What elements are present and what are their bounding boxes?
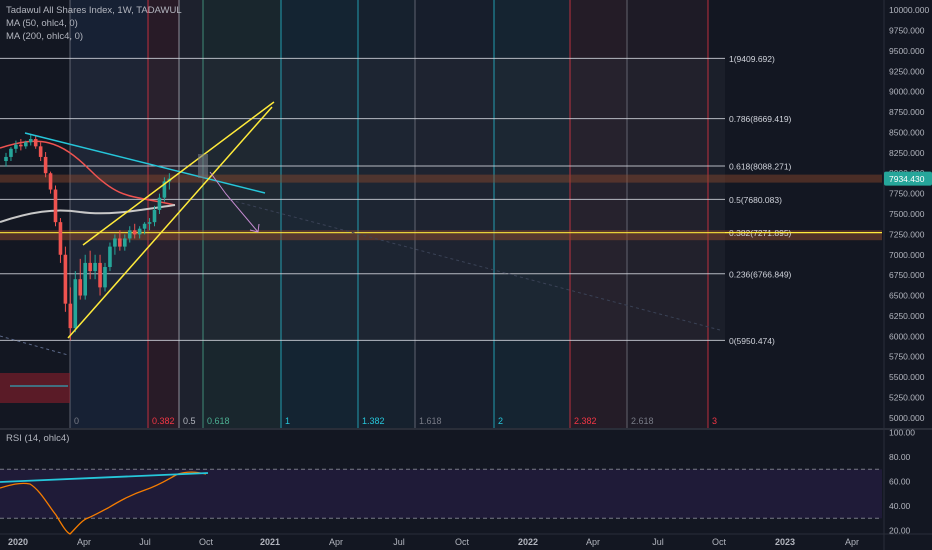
demand-zone bbox=[0, 373, 70, 403]
candle-body bbox=[19, 144, 23, 147]
price-tick-label: 6250.000 bbox=[889, 311, 925, 321]
time-axis-label: Oct bbox=[712, 537, 727, 547]
rsi-tick-label: 80.00 bbox=[889, 452, 911, 462]
candle-body bbox=[108, 246, 112, 267]
fib-time-label: 3 bbox=[712, 416, 717, 426]
projected-bar bbox=[198, 154, 208, 178]
symbol-legend[interactable]: Tadawul All Shares Index, 1W, TADAWUL bbox=[6, 5, 182, 16]
fib-time-label: 1.382 bbox=[362, 416, 385, 426]
fib-time-label: 0.618 bbox=[207, 416, 230, 426]
price-tick-label: 8750.000 bbox=[889, 107, 925, 117]
fib-level-label: 0(5950.474) bbox=[729, 336, 775, 346]
candle-body bbox=[88, 262, 92, 272]
rsi-legend[interactable]: RSI (14, ohlc4) bbox=[6, 433, 69, 444]
candle-body bbox=[53, 189, 58, 223]
ma50-legend[interactable]: MA (50, ohlc4, 0) bbox=[6, 18, 78, 29]
time-axis-label: Jul bbox=[393, 537, 405, 547]
candle-body bbox=[103, 266, 107, 288]
time-axis-label: Jul bbox=[139, 537, 151, 547]
time-axis-label: Oct bbox=[199, 537, 214, 547]
time-axis-label: Apr bbox=[845, 537, 859, 547]
candle-body bbox=[43, 156, 48, 174]
candle-body bbox=[58, 222, 63, 255]
candle-body bbox=[152, 209, 157, 223]
price-tick-label: 8500.000 bbox=[889, 127, 925, 137]
resistance-zone bbox=[0, 174, 882, 183]
time-axis-label: 2023 bbox=[775, 537, 795, 547]
rsi-tick-label: 100.00 bbox=[889, 427, 915, 437]
price-tick-label: 9000.000 bbox=[889, 87, 925, 97]
time-axis-label: Apr bbox=[77, 537, 91, 547]
price-tick-label: 6750.000 bbox=[889, 270, 925, 280]
price-tick-label: 5750.000 bbox=[889, 352, 925, 362]
candle-body bbox=[4, 156, 8, 162]
rsi-tick-label: 60.00 bbox=[889, 477, 911, 487]
candle-body bbox=[33, 138, 38, 147]
candle-body bbox=[137, 228, 142, 235]
main-chart[interactable]: 0 0.382 0.5 0.618 1 1.382 1.618 2 2.382 2.618 3 1(9… bbox=[0, 0, 932, 550]
fib-level-label: 0.236(6766.849) bbox=[729, 269, 792, 279]
price-tick-label: 7250.000 bbox=[889, 229, 925, 239]
fib-time-label: 1.618 bbox=[419, 416, 442, 426]
fib-level-label: 0.618(8088.271) bbox=[729, 162, 792, 172]
price-tick-label: 9250.000 bbox=[889, 66, 925, 76]
price-tick-label: 6000.000 bbox=[889, 331, 925, 341]
candle-body bbox=[142, 223, 147, 229]
price-tick-label: 8250.000 bbox=[889, 148, 925, 158]
price-tick-label: 6500.000 bbox=[889, 291, 925, 301]
candle-body bbox=[93, 262, 97, 272]
fib-time-label: 1 bbox=[285, 416, 290, 426]
candle-body bbox=[98, 262, 102, 288]
price-tick-label: 9500.000 bbox=[889, 46, 925, 56]
candle-body bbox=[157, 197, 162, 210]
fib-time-label: 2.618 bbox=[631, 416, 654, 426]
candle-body bbox=[48, 173, 53, 190]
candle-body bbox=[63, 254, 68, 304]
price-tick-label: 5250.000 bbox=[889, 392, 925, 402]
candle-body bbox=[78, 279, 83, 296]
fib-level-label: 0.5(7680.083) bbox=[729, 195, 782, 205]
rsi-tick-label: 40.00 bbox=[889, 501, 911, 511]
time-axis-label: 2020 bbox=[8, 537, 28, 547]
candle-body bbox=[73, 279, 78, 329]
candle-body bbox=[14, 144, 18, 149]
price-tick-label: 7000.000 bbox=[889, 250, 925, 260]
price-tick-label: 9750.000 bbox=[889, 26, 925, 36]
candle-body bbox=[24, 142, 28, 147]
time-axis-label: Apr bbox=[329, 537, 343, 547]
candle-body bbox=[28, 138, 33, 143]
price-tick-label: 10000.000 bbox=[889, 5, 929, 15]
candle-body bbox=[123, 238, 127, 247]
price-tick-label: 5500.000 bbox=[889, 372, 925, 382]
rsi-tick-label: 20.00 bbox=[889, 526, 911, 536]
candle-body bbox=[132, 230, 137, 235]
candle-body bbox=[9, 148, 13, 157]
fib-time-label: 0 bbox=[74, 416, 79, 426]
fib-time-label: 2.382 bbox=[574, 416, 597, 426]
time-axis-label: Jul bbox=[652, 537, 664, 547]
candle-body bbox=[83, 262, 87, 296]
price-badge-label: 7934.430 bbox=[889, 174, 925, 184]
candle-body bbox=[38, 146, 43, 157]
price-tick-label: 5000.000 bbox=[889, 413, 925, 423]
price-tick-label: 7500.000 bbox=[889, 209, 925, 219]
fib-time-label: 0.382 bbox=[152, 416, 175, 426]
time-axis-label: 2021 bbox=[260, 537, 280, 547]
candle-body bbox=[113, 238, 117, 247]
ma200-legend[interactable]: MA (200, ohlc4, 0) bbox=[6, 31, 83, 42]
time-axis-label: 2022 bbox=[518, 537, 538, 547]
candle-body bbox=[68, 303, 73, 329]
price-tick-label: 7750.000 bbox=[889, 189, 925, 199]
projection-line bbox=[0, 335, 69, 356]
fib-time-label: 2 bbox=[498, 416, 503, 426]
candle-body bbox=[147, 222, 152, 224]
fib-level-label: 0.786(8669.419) bbox=[729, 114, 792, 124]
fib-time-label: 0.5 bbox=[183, 416, 196, 426]
candle-body bbox=[127, 230, 132, 239]
fib-level-label: 1(9409.692) bbox=[729, 54, 775, 64]
time-axis-label: Oct bbox=[455, 537, 470, 547]
time-axis-label: Apr bbox=[586, 537, 600, 547]
candle-body bbox=[118, 238, 122, 247]
